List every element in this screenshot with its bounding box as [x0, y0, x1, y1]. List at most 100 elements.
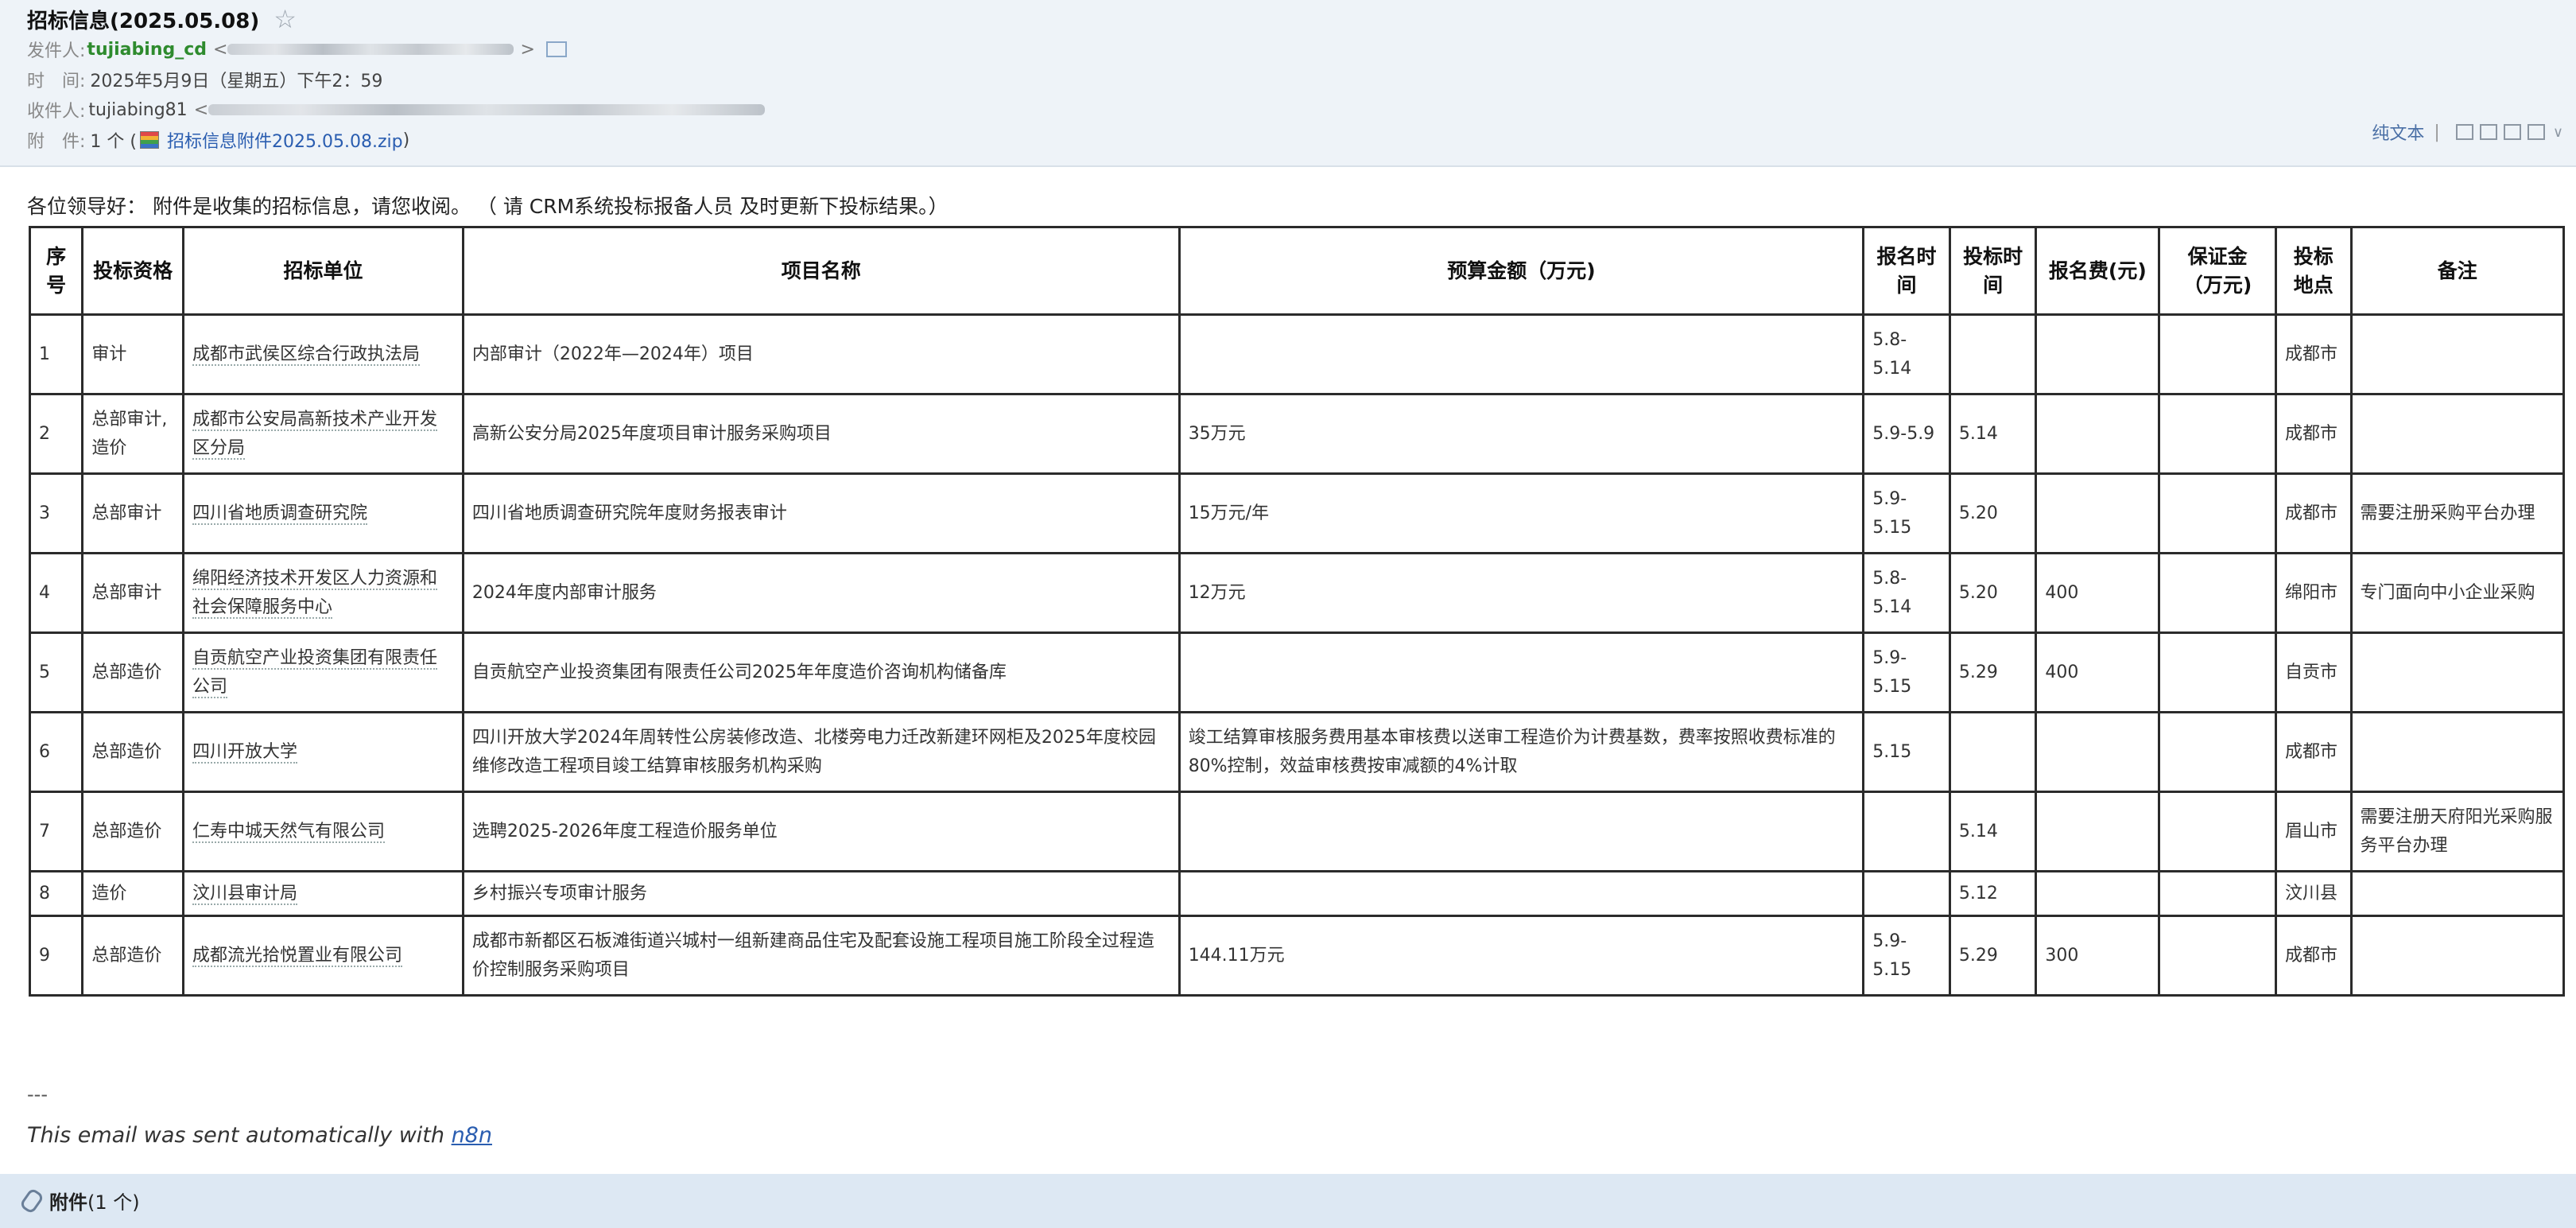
email-subject: 招标信息(2025.05.08)	[27, 9, 260, 33]
cell-project: 乡村振兴专项审计服务	[461, 870, 1181, 917]
tenderer-link[interactable]: 汶川县审计局	[192, 883, 298, 905]
cell-location: 成都市	[2275, 472, 2353, 554]
cell-remarks	[2349, 313, 2566, 395]
cell-remarks: 专门面向中小企业采购	[2349, 552, 2566, 634]
attachment-close: )	[402, 130, 410, 150]
sender-email-open: <	[213, 39, 228, 60]
tenderer-link[interactable]: 四川开放大学	[192, 741, 298, 764]
cell-bid-time: 5.29	[1948, 631, 2038, 713]
cell-bid-time: 5.29	[1948, 915, 2038, 997]
cell-registration-time: 5.9-5.15	[1862, 472, 1951, 554]
recipient-name[interactable]: tujiabing81	[88, 100, 187, 120]
cell-bid-time: 5.14	[1948, 791, 2038, 872]
cell-index: 1	[28, 313, 84, 395]
cell-registration-fee: 400	[2035, 631, 2161, 713]
cell-tenderer: 仁寿中城天然气有限公司	[182, 791, 464, 872]
sender-email-redacted	[227, 44, 514, 55]
cell-deposit	[2158, 631, 2278, 713]
cell-index: 3	[28, 472, 84, 554]
cell-qualification: 总部造价	[81, 915, 185, 997]
attachment-bar-label: 附件	[49, 1191, 87, 1214]
cell-registration-time	[1862, 791, 1951, 872]
cell-budget: 144.11万元	[1177, 915, 1865, 997]
cell-remarks	[2349, 915, 2566, 997]
cell-qualification: 总部造价	[81, 631, 185, 713]
cell-bid-time	[1948, 313, 2038, 395]
cell-project: 选聘2025-2026年度工程造价服务单位	[461, 791, 1181, 872]
header-bid-time: 投标时间	[1948, 226, 2038, 316]
cell-deposit	[2158, 915, 2278, 997]
tenderer-link[interactable]: 成都市公安局高新技术产业开发区分局	[192, 409, 438, 460]
cell-registration-time: 5.15	[1862, 711, 1951, 793]
sender-email-close: >	[520, 39, 535, 60]
bid-table: 序号 投标资格 招标单位 项目名称 预算金额（万元) 报名时间 投标时间 报名费…	[28, 226, 2566, 997]
cell-project: 自贡航空产业投资集团有限责任公司2025年年度造价咨询机构储备库	[461, 631, 1181, 713]
new-window-icon[interactable]	[2455, 124, 2473, 140]
time-row: 时 间: 2025年5月9日（星期五）下午2：59	[27, 67, 382, 92]
cell-registration-time: 5.8-5.14	[1862, 313, 1951, 395]
cell-location: 绵阳市	[2275, 552, 2353, 634]
sender-name[interactable]: tujiabing_cd	[87, 40, 207, 60]
n8n-link[interactable]: n8n	[452, 1123, 492, 1148]
cell-deposit	[2158, 472, 2278, 554]
cell-deposit	[2158, 791, 2278, 872]
cell-project: 四川省地质调查研究院年度财务报表审计	[461, 472, 1181, 554]
cell-index: 4	[28, 552, 84, 634]
table-row: 9 总部造价 成都流光拾悦置业有限公司 成都市新都区石板滩街道兴城村一组新建商品住宅及…	[28, 915, 2566, 997]
footer-separator: ---	[27, 1083, 48, 1106]
tenderer-link[interactable]: 自贡航空产业投资集团有限责任公司	[192, 647, 438, 698]
attachment-link[interactable]: 招标信息附件2025.05.08.zip	[167, 127, 403, 153]
attachment-count: 1 个 (	[90, 132, 137, 152]
cell-deposit	[2158, 313, 2278, 395]
cell-project: 内部审计（2022年—2024年）项目	[461, 313, 1181, 395]
tenderer-link[interactable]: 仁寿中城天然气有限公司	[192, 821, 386, 843]
cell-registration-time: 5.8-5.14	[1862, 552, 1951, 634]
plain-text-button[interactable]: 纯文本	[2372, 119, 2424, 145]
tenderer-link[interactable]: 四川省地质调查研究院	[192, 503, 368, 525]
cell-bid-time: 5.20	[1948, 472, 2038, 554]
cell-location: 成都市	[2275, 313, 2353, 395]
chevron-down-icon[interactable]: ∨	[2553, 124, 2563, 141]
tenderer-link[interactable]: 绵阳经济技术开发区人力资源和社会保障服务中心	[192, 568, 438, 619]
cell-registration-fee	[2035, 313, 2161, 395]
cell-bid-time: 5.14	[1948, 393, 2038, 475]
tenderer-link[interactable]: 成都市武侯区综合行政执法局	[192, 344, 421, 366]
cell-remarks	[2349, 711, 2566, 793]
header-location: 投标地点	[2275, 226, 2353, 316]
table-row: 5 总部造价 自贡航空产业投资集团有限责任公司 自贡航空产业投资集团有限责任公司202…	[28, 631, 2566, 713]
add-contact-icon[interactable]	[545, 41, 567, 57]
cell-index: 5	[28, 631, 84, 713]
star-icon[interactable]: ☆	[274, 4, 297, 34]
email-header: 招标信息(2025.05.08) ☆ 发件人: tujiabing_cd < >…	[0, 0, 2576, 167]
cell-registration-fee: 300	[2035, 915, 2161, 997]
table-row: 6 总部造价 四川开放大学 四川开放大学2024年周转性公房装修改造、北楼旁电力迁改新…	[28, 711, 2566, 793]
table-row: 7 总部造价 仁寿中城天然气有限公司 选聘2025-2026年度工程造价服务单位 5.1…	[28, 791, 2566, 872]
paperclip-icon	[18, 1187, 45, 1214]
header-budget: 预算金额（万元)	[1177, 226, 1865, 316]
cell-budget: 竣工结算审核服务费用基本审核费以送审工程造价为计费基数，费率按照收费标准的80%…	[1177, 711, 1865, 793]
cell-remarks	[2349, 631, 2566, 713]
maximize-icon[interactable]	[2479, 124, 2497, 140]
cell-registration-fee	[2035, 472, 2161, 554]
cell-tenderer: 绵阳经济技术开发区人力资源和社会保障服务中心	[182, 552, 464, 634]
header-registration-time: 报名时间	[1862, 226, 1951, 316]
print-icon[interactable]	[2527, 124, 2545, 140]
from-row: 发件人: tujiabing_cd < >	[27, 37, 567, 62]
cell-registration-time: 5.9-5.15	[1862, 631, 1951, 713]
cell-registration-fee	[2035, 791, 2161, 872]
recipient-email-redacted	[208, 104, 766, 115]
table-row: 3 总部审计 四川省地质调查研究院 四川省地质调查研究院年度财务报表审计 15万元/年 5…	[28, 472, 2566, 554]
attachment-bar[interactable]: 附件 (1 个)	[0, 1174, 2576, 1228]
cell-registration-fee	[2035, 870, 2161, 917]
cell-bid-time: 5.12	[1948, 870, 2038, 917]
tenderer-link[interactable]: 成都流光拾悦置业有限公司	[192, 945, 403, 967]
cell-tenderer: 汶川县审计局	[182, 870, 464, 917]
cell-location: 成都市	[2275, 915, 2353, 997]
cell-remarks: 需要注册采购平台办理	[2349, 472, 2566, 554]
cell-budget	[1177, 791, 1865, 872]
attachment-bar-content: 附件 (1 个)	[18, 1187, 140, 1214]
cell-bid-time: 5.20	[1948, 552, 2038, 634]
cell-tenderer: 四川开放大学	[182, 711, 464, 793]
export-icon[interactable]	[2503, 124, 2521, 140]
header-project: 项目名称	[461, 226, 1181, 316]
